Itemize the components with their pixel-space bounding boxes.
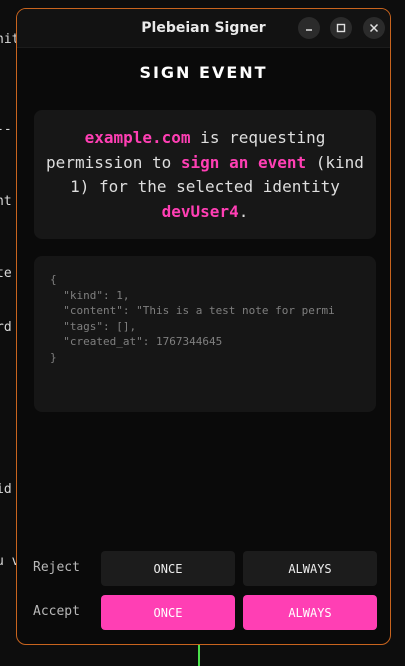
requesting-domain: example.com (84, 128, 191, 147)
maximize-button[interactable] (330, 17, 352, 39)
request-message: example.com is requesting permission to … (34, 110, 376, 239)
terminal-line: id (0, 482, 12, 497)
minimize-icon (304, 23, 314, 33)
reject-always-button[interactable]: ALWAYS (243, 551, 377, 586)
terminal-line: nt (0, 194, 12, 209)
json-line: } (50, 350, 57, 364)
json-line: "created_at": 1767344645 (50, 335, 223, 348)
json-line: "kind": 1, (50, 288, 130, 302)
terminal-line: -- (0, 122, 12, 137)
accept-label: Accept (33, 604, 80, 619)
maximize-icon (336, 23, 346, 33)
title-bar[interactable]: Plebeian Signer (17, 9, 390, 48)
reject-row: Reject ONCE ALWAYS (17, 551, 390, 587)
terminal-line: te (0, 266, 12, 281)
json-line: "content": "This is a test note for perm… (50, 304, 335, 317)
reject-label: Reject (33, 560, 80, 575)
json-line: { (50, 273, 57, 286)
signer-window: Plebeian Signer SIGN EVENT example.com i… (16, 8, 391, 645)
requested-action: sign an event (180, 152, 307, 172)
json-line: "tags": [], (50, 319, 137, 333)
minimize-button[interactable] (298, 17, 320, 39)
request-text: . (238, 201, 249, 221)
reject-once-button[interactable]: ONCE (101, 551, 235, 586)
accept-always-button[interactable]: ALWAYS (243, 595, 377, 630)
page-title: SIGN EVENT (139, 63, 268, 82)
event-json-preview[interactable]: { "kind": 1, "content": "This is a test … (34, 256, 376, 412)
terminal-line: rd (0, 320, 12, 335)
close-icon (369, 23, 379, 33)
accept-once-button[interactable]: ONCE (101, 595, 235, 630)
identity-name: devUser4 (161, 201, 239, 221)
accept-row: Accept ONCE ALWAYS (17, 595, 390, 631)
close-button[interactable] (363, 17, 385, 39)
